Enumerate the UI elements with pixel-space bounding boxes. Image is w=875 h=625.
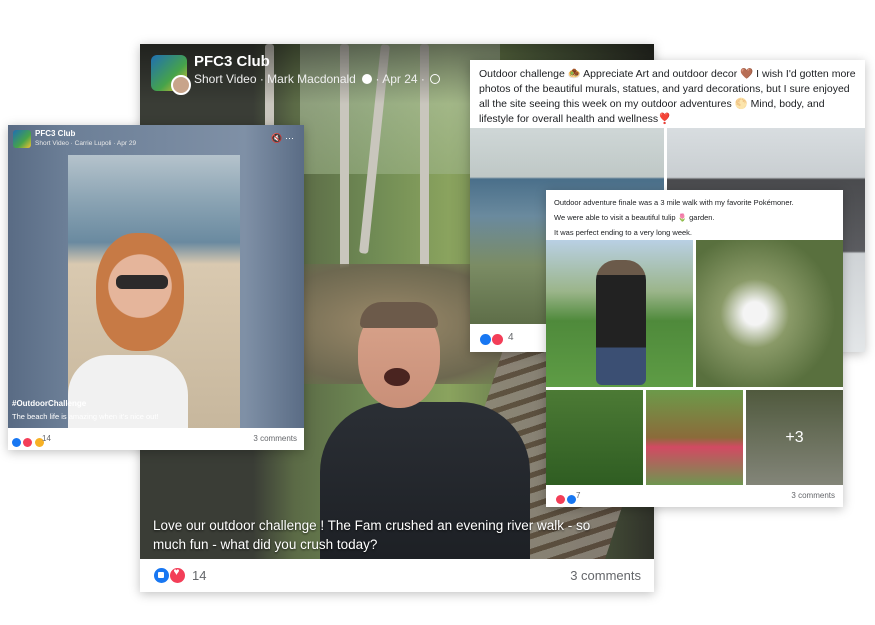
like-icon	[480, 334, 491, 345]
main-post-footer: 14 3 comments	[140, 559, 654, 592]
post-text-line: It was perfect ending to a very long wee…	[554, 228, 692, 237]
like-icon	[12, 438, 21, 447]
left-post-footer: 14 3 comments	[8, 428, 304, 450]
post-date[interactable]: Apr 24	[382, 72, 417, 86]
author-line[interactable]: Short Video · Carrie Lupoli	[35, 140, 111, 147]
tulip-post-footer: 7 3 comments	[546, 487, 843, 507]
more-icon[interactable]: ⋯	[285, 133, 294, 143]
post-text-line: Outdoor adventure finale was a 3 mile wa…	[554, 198, 794, 207]
reactions[interactable]	[12, 434, 44, 452]
beach-selfie	[68, 155, 240, 428]
more-photos-tile[interactable]: +3	[746, 390, 843, 485]
left-video-post[interactable]: PFC3 Club Short Video · Carrie Lupoli · …	[8, 125, 304, 450]
post-meta: Short Video · Carrie Lupoli · Apr 29	[35, 140, 137, 147]
plants-photo[interactable]	[546, 390, 643, 485]
reactions[interactable]	[480, 332, 504, 350]
mouth	[384, 368, 410, 386]
reaction-count[interactable]: 14	[42, 434, 51, 443]
group-avatar[interactable]	[151, 55, 191, 95]
comments-link[interactable]: 3 comments	[253, 434, 297, 443]
love-icon	[23, 438, 33, 447]
post-text: Outdoor adventure finale was a 3 mile wa…	[554, 195, 839, 240]
comments-link[interactable]: 3 comments	[570, 568, 641, 583]
reaction-count[interactable]: 7	[576, 491, 580, 500]
post-text-line: We were able to visit a beautiful tulip …	[554, 213, 715, 222]
globe-icon	[430, 74, 441, 84]
post-text: Outdoor challenge 🧆 Appreciate Art and o…	[479, 68, 856, 125]
love-icon	[556, 495, 565, 504]
video-caption: Love our outdoor challenge ! The Fam cru…	[153, 518, 591, 552]
reactions[interactable]	[556, 491, 577, 509]
love-icon	[492, 334, 504, 345]
hair	[360, 302, 438, 328]
group-avatar[interactable]	[13, 130, 31, 148]
like-icon	[154, 568, 169, 583]
hashtag[interactable]: #OutdoorChallenge	[12, 399, 86, 408]
more-photos-count: +3	[785, 428, 804, 446]
photo-grid: +3	[546, 240, 843, 485]
left-post-header: PFC3 Club Short Video · Carrie Lupoli · …	[8, 125, 304, 155]
sunglasses	[116, 275, 168, 289]
group-name[interactable]: PFC3 Club	[194, 53, 270, 70]
collage: PFC3 Club Short Video · Mark Macdonald ·…	[0, 0, 875, 625]
post-date[interactable]: Apr 29	[117, 140, 136, 147]
post-meta: Short Video · Mark Macdonald · Apr 24 ·	[194, 72, 441, 86]
reaction-count[interactable]: 14	[192, 568, 206, 583]
love-icon	[170, 567, 186, 583]
speaker-off-icon[interactable]: 🔇	[271, 133, 282, 143]
reactions[interactable]	[154, 567, 186, 588]
reaction-count[interactable]: 4	[508, 332, 514, 343]
group-name[interactable]: PFC3 Club	[35, 129, 75, 138]
author-line[interactable]: Short Video · Mark Macdonald	[194, 72, 356, 86]
video-caption: The beach life is amazing when it's nice…	[12, 412, 159, 421]
video-controls: 🔇 ⋯	[271, 133, 294, 144]
walker	[596, 260, 646, 385]
left-video[interactable]: PFC3 Club Short Video · Carrie Lupoli · …	[8, 125, 304, 428]
comments-link[interactable]: 3 comments	[791, 491, 835, 500]
tulip-walk-post[interactable]: Outdoor adventure finale was a 3 mile wa…	[546, 190, 843, 507]
tulip-bed-photo[interactable]	[646, 390, 743, 485]
verified-icon	[362, 74, 373, 84]
woman-face	[96, 233, 184, 351]
walking-photo[interactable]	[546, 240, 693, 387]
user-avatar[interactable]	[171, 75, 191, 95]
blossom-photo[interactable]	[696, 240, 843, 387]
